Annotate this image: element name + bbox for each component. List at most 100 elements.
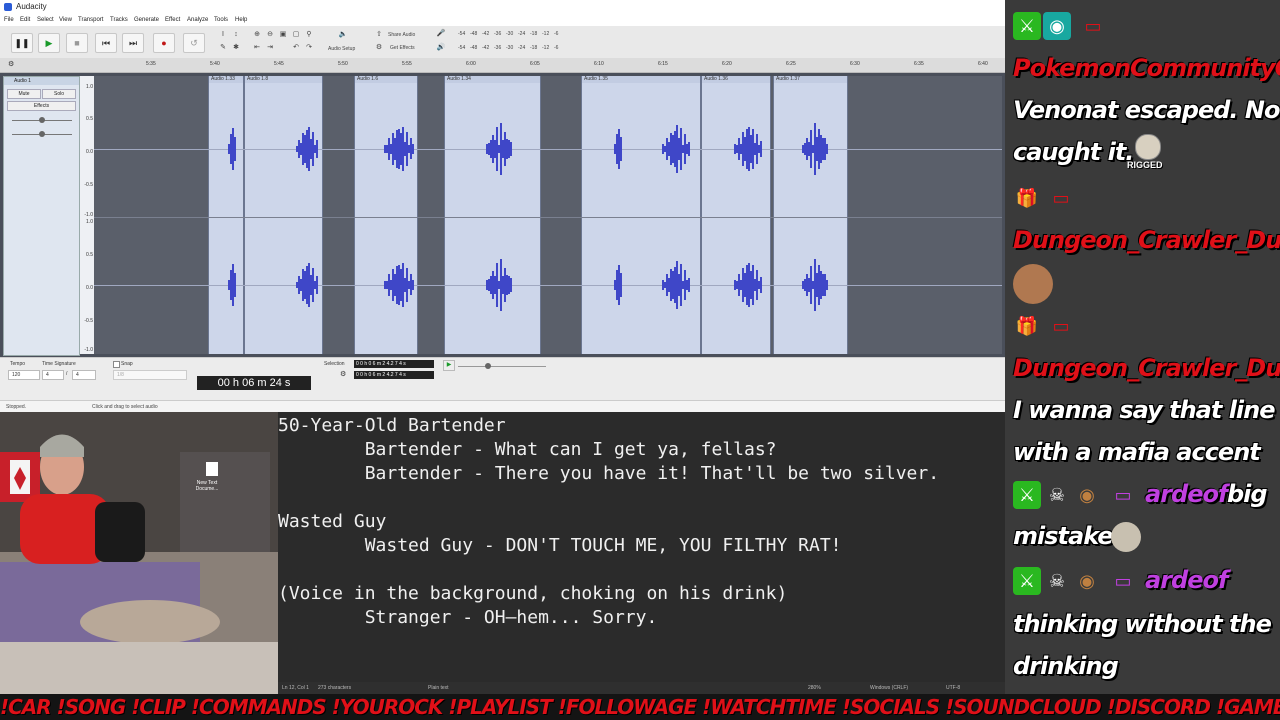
playback-meter[interactable]: -54 -48 -42 -36 -30 -24 -18 -12 -6 bbox=[452, 43, 567, 53]
chat-username: Dungeon_Crawler_Dud bbox=[1013, 354, 1280, 382]
selection-start-field[interactable]: 0 0 h 0 6 m 2 4.2 7 4 s bbox=[354, 360, 434, 368]
undo-icon[interactable]: ↶ bbox=[291, 43, 301, 53]
play-button[interactable]: ▶ bbox=[38, 33, 60, 53]
audio-clip[interactable]: Audio 1.37 bbox=[773, 76, 848, 354]
webcam-feed: New Text Docume... bbox=[0, 412, 278, 694]
menu-select[interactable]: Select bbox=[37, 17, 54, 23]
skull-badge-icon: ☠ bbox=[1048, 571, 1066, 591]
effects-button[interactable]: Effects bbox=[7, 101, 76, 111]
menu-analyze[interactable]: Analyze bbox=[187, 17, 208, 23]
selection-toolbar: Tempo 120 Time Signature 4 / 4 Snap 1/8 … bbox=[0, 357, 1005, 401]
mute-button[interactable]: Mute bbox=[7, 89, 41, 99]
tempo-field[interactable]: 120 bbox=[8, 370, 40, 380]
silence-icon[interactable]: ⇥ bbox=[265, 43, 275, 53]
menu-tracks[interactable]: Tracks bbox=[110, 17, 128, 23]
script-line[interactable]: Bartender - What can I get ya, fellas? bbox=[278, 439, 777, 460]
meter-tick: -6 bbox=[554, 45, 559, 51]
playback-speed-slider[interactable] bbox=[458, 363, 546, 369]
track-area[interactable]: Audio 1 Mute Solo Effects 1.0 0.5 0.0 -0… bbox=[0, 73, 1005, 357]
skip-start-button[interactable]: ⏮ bbox=[95, 33, 117, 53]
menu-generate[interactable]: Generate bbox=[134, 17, 159, 23]
selection-tool-icon[interactable]: I bbox=[218, 30, 228, 40]
pause-button[interactable]: ❚❚ bbox=[11, 33, 33, 53]
recording-meter[interactable]: -54 -48 -42 -36 -30 -24 -18 -12 -6 bbox=[452, 29, 567, 39]
selection-end-field[interactable]: 0 0 h 0 6 m 2 4.2 7 4 s bbox=[354, 371, 434, 379]
menu-effect[interactable]: Effect bbox=[165, 17, 180, 23]
meter-tick: -30 bbox=[506, 45, 514, 51]
char-count: 273 characters bbox=[318, 685, 352, 691]
share-icon[interactable]: ⇧ bbox=[374, 30, 384, 40]
meter-tick: -12 bbox=[542, 45, 550, 51]
fit-selection-icon[interactable]: ▣ bbox=[278, 30, 288, 40]
audio-clip[interactable]: Audio 1.8 bbox=[244, 76, 323, 354]
waveform-area[interactable]: Audio 1.33 Audio 1.8 Audio 1.6 Audio 1.3… bbox=[94, 76, 1002, 354]
menu-tools[interactable]: Tools bbox=[214, 17, 228, 23]
waveform-sample bbox=[412, 279, 414, 291]
zoom-toggle-icon[interactable]: ⚲ bbox=[304, 30, 314, 40]
envelope-tool-icon[interactable]: ↕ bbox=[231, 30, 241, 40]
multi-tool-icon[interactable]: ✱ bbox=[231, 43, 241, 53]
chat-message: drinking bbox=[1013, 652, 1119, 680]
trim-icon[interactable]: ⇤ bbox=[252, 43, 262, 53]
get-effects-button[interactable]: Get Effects bbox=[390, 45, 415, 51]
meter-tick: -42 bbox=[482, 45, 490, 51]
meter-tick: -12 bbox=[542, 31, 550, 37]
pan-slider[interactable] bbox=[12, 131, 72, 137]
clip-label: Audio 1.37 bbox=[776, 76, 800, 82]
text-format: Plain text bbox=[428, 685, 449, 691]
vertical-scale[interactable]: 1.0 0.5 0.0 -0.5 -1.0 1.0 0.5 0.0 -0.5 -… bbox=[80, 76, 94, 354]
speaker-icon[interactable]: 🔈 bbox=[336, 30, 350, 40]
gain-slider[interactable] bbox=[12, 117, 72, 123]
plugin-icon[interactable]: ⚙ bbox=[374, 43, 384, 53]
script-line[interactable]: 50-Year-Old Bartender bbox=[278, 415, 506, 436]
play-at-speed-button[interactable]: ▶ bbox=[443, 360, 455, 371]
record-button[interactable]: ● bbox=[153, 33, 175, 53]
scale-label: 1.0 bbox=[86, 84, 93, 90]
menu-view[interactable]: View bbox=[59, 17, 72, 23]
audio-clip[interactable]: Audio 1.6 bbox=[354, 76, 418, 354]
script-line[interactable]: Stranger - OH—hem... Sorry. bbox=[278, 607, 658, 628]
redo-icon[interactable]: ↷ bbox=[304, 43, 314, 53]
scale-label: -0.5 bbox=[84, 182, 93, 188]
meter-tick: -36 bbox=[494, 45, 502, 51]
timeline-ruler[interactable]: ⚙ 5:35 5:40 5:45 5:50 5:55 6:00 6:05 6:1… bbox=[0, 58, 1005, 73]
desktop-icon-label[interactable]: New Text Docume... bbox=[190, 480, 224, 492]
share-audio-button[interactable]: Share Audio bbox=[388, 32, 415, 38]
loop-button[interactable]: ↺ bbox=[183, 33, 205, 53]
draw-tool-icon[interactable]: ✎ bbox=[218, 43, 228, 53]
microphone-icon: 🎤 bbox=[436, 30, 446, 37]
scale-label: 0.0 bbox=[86, 149, 93, 155]
menu-help[interactable]: Help bbox=[235, 17, 247, 23]
script-line[interactable]: (Voice in the background, choking on his… bbox=[278, 583, 787, 604]
audio-clip[interactable]: Audio 1.35 bbox=[581, 76, 701, 354]
snap-checkbox[interactable] bbox=[113, 361, 120, 368]
selection-mode-icon[interactable]: ⚙ bbox=[340, 370, 346, 378]
scale-label: 0.5 bbox=[86, 116, 93, 122]
ruler-tick: 6:40 bbox=[978, 61, 988, 67]
audio-clip[interactable]: Audio 1.33 bbox=[208, 76, 244, 354]
snap-dropdown[interactable]: 1/8 bbox=[113, 370, 187, 380]
time-signature-numerator[interactable]: 4 bbox=[42, 370, 64, 380]
audio-clip[interactable]: Audio 1.34 bbox=[444, 76, 541, 354]
menu-edit[interactable]: Edit bbox=[20, 17, 30, 23]
time-display[interactable]: 00 h 06 m 24 s bbox=[197, 376, 311, 390]
meter-tick: -24 bbox=[518, 45, 526, 51]
menu-file[interactable]: File bbox=[4, 17, 14, 23]
time-signature-denominator[interactable]: 4 bbox=[72, 370, 96, 380]
audio-clip[interactable]: Audio 1.36 bbox=[701, 76, 771, 354]
zoom-in-icon[interactable]: ⊕ bbox=[252, 30, 262, 40]
audio-setup-label[interactable]: Audio Setup bbox=[328, 46, 355, 52]
script-line[interactable]: Wasted Guy bbox=[278, 511, 386, 532]
script-line[interactable]: Bartender - There you have it! That'll b… bbox=[278, 463, 939, 484]
cursor-position: Ln 12, Col 1 bbox=[282, 685, 309, 691]
timeline-options-icon[interactable]: ⚙ bbox=[8, 60, 14, 68]
menu-transport[interactable]: Transport bbox=[78, 17, 103, 23]
status-hint: Click and drag to select audio bbox=[92, 404, 158, 410]
solo-button[interactable]: Solo bbox=[42, 89, 76, 99]
stop-button[interactable]: ■ bbox=[66, 33, 88, 53]
skip-end-button[interactable]: ⏭ bbox=[122, 33, 144, 53]
zoom-out-icon[interactable]: ⊖ bbox=[265, 30, 275, 40]
script-line[interactable]: Wasted Guy - DON'T TOUCH ME, YOU FILTHY … bbox=[278, 535, 842, 556]
track-name[interactable]: Audio 1 bbox=[4, 77, 79, 85]
fit-project-icon[interactable]: ▢ bbox=[291, 30, 301, 40]
